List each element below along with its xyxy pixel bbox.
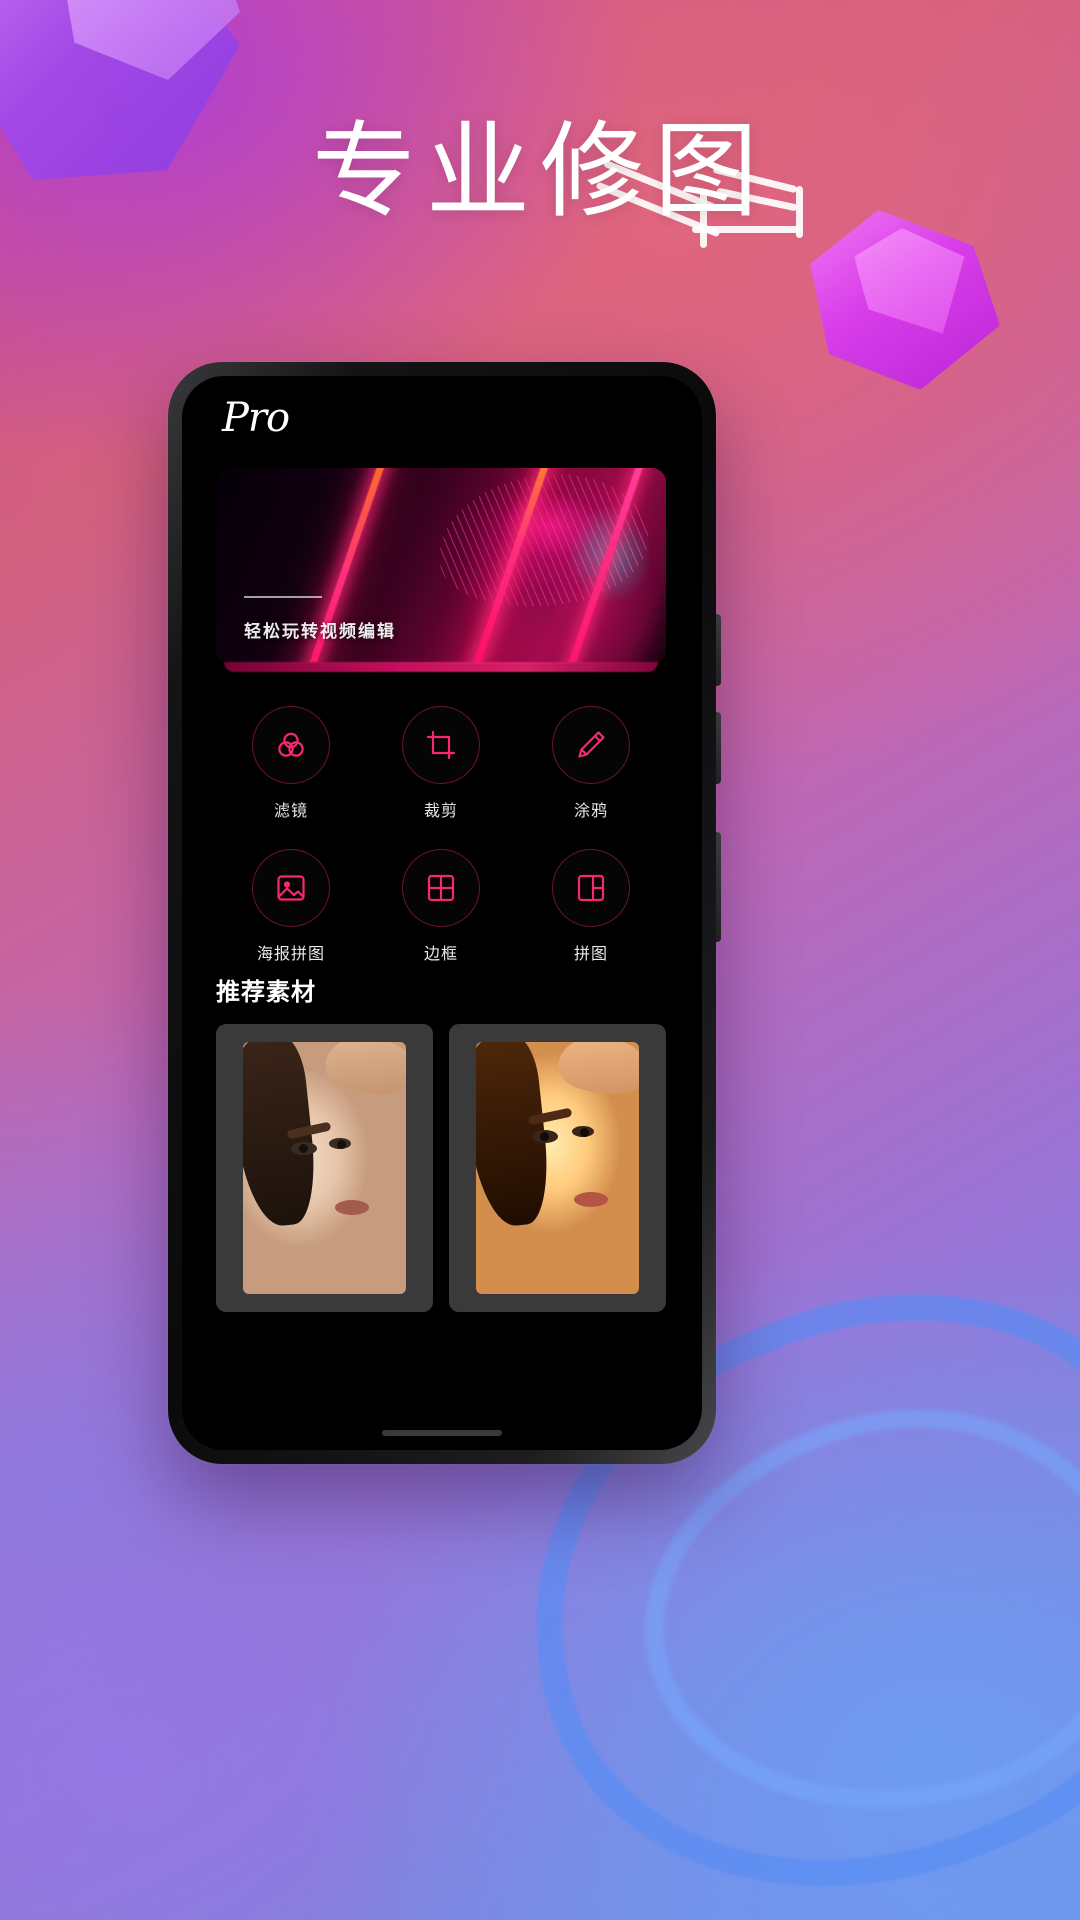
- tool-border-label: 边框: [423, 946, 458, 963]
- tool-filter-circle: [252, 706, 330, 784]
- material-card-1[interactable]: [216, 1024, 433, 1312]
- tool-collage-circle: [552, 849, 630, 927]
- tool-border-circle: [402, 849, 480, 927]
- thumb-eye-4: [572, 1126, 594, 1137]
- tool-doodle[interactable]: 涂鸦: [516, 706, 666, 821]
- thumb-lips-1: [335, 1200, 369, 1215]
- thumb-arm-1: [320, 1042, 406, 1105]
- hero-banner[interactable]: 轻松玩转视频编辑: [216, 468, 666, 664]
- collage-layout-icon: [577, 874, 605, 902]
- gem-decoration-top-left-highlight: [60, 0, 240, 80]
- thumb-eye-1: [291, 1142, 317, 1155]
- thumb-lips-2: [574, 1192, 608, 1207]
- volume-down-button[interactable]: [716, 712, 721, 784]
- home-indicator[interactable]: [382, 1430, 502, 1436]
- hero-divider: [244, 596, 322, 598]
- tool-collage[interactable]: 拼图: [516, 849, 666, 964]
- thumb-eye-3: [532, 1130, 558, 1143]
- tool-collage-label: 拼图: [573, 946, 608, 963]
- tool-poster-collage-label: 海报拼图: [256, 946, 325, 963]
- thumb-arm-2: [553, 1042, 639, 1105]
- thumb-eye-2: [329, 1138, 351, 1149]
- phone-screen: Pro 轻松玩转视频编辑 滤镜 裁剪 涂鸦 海报拼图 边框 拼图 推荐素材: [182, 376, 702, 1450]
- hero-shadow-bar: [224, 662, 658, 672]
- tool-doodle-label: 涂鸦: [573, 803, 608, 820]
- app-logo: Pro: [222, 395, 290, 441]
- tool-doodle-circle: [552, 706, 630, 784]
- tool-poster-collage-circle: [252, 849, 330, 927]
- gem-decoration-right-highlight: [854, 228, 965, 334]
- pencil-icon: [578, 731, 605, 758]
- tool-border[interactable]: 边框: [366, 849, 516, 964]
- tool-filter-label: 滤镜: [273, 803, 308, 820]
- tool-filter[interactable]: 滤镜: [216, 706, 366, 821]
- image-icon: [277, 875, 305, 901]
- gem-decoration-right: [810, 210, 1000, 390]
- tool-poster-collage[interactable]: 海报拼图: [216, 849, 366, 964]
- crop-icon: [426, 730, 456, 760]
- tool-grid: 滤镜 裁剪 涂鸦 海报拼图 边框 拼图: [216, 706, 666, 964]
- section-title-recommended: 推荐素材: [216, 979, 316, 1006]
- volume-up-button[interactable]: [716, 614, 721, 686]
- material-thumb-2: [476, 1042, 639, 1294]
- tool-crop[interactable]: 裁剪: [366, 706, 516, 821]
- filter-circles-icon: [278, 732, 304, 757]
- grid-four-icon: [427, 874, 455, 902]
- tool-crop-label: 裁剪: [423, 803, 458, 820]
- tool-crop-circle: [402, 706, 480, 784]
- hero-caption: 轻松玩转视频编辑: [244, 622, 396, 641]
- material-card-list: [216, 1024, 666, 1312]
- page-title: 专业修图: [311, 110, 768, 232]
- phone-mockup: Pro 轻松玩转视频编辑 滤镜 裁剪 涂鸦 海报拼图 边框 拼图 推荐素材: [168, 362, 721, 1464]
- material-thumb-1: [243, 1042, 406, 1294]
- thumb-hair-1: [243, 1042, 321, 1230]
- glow-decoration-bottom-left: [0, 1560, 380, 1920]
- power-button[interactable]: [716, 832, 721, 942]
- poster-canvas: 专业修图 Pro 轻松玩转视频编辑 滤镜 裁剪 涂鸦 海报拼图 边框 拼图 推荐…: [0, 0, 1080, 1920]
- material-card-2[interactable]: [449, 1024, 666, 1312]
